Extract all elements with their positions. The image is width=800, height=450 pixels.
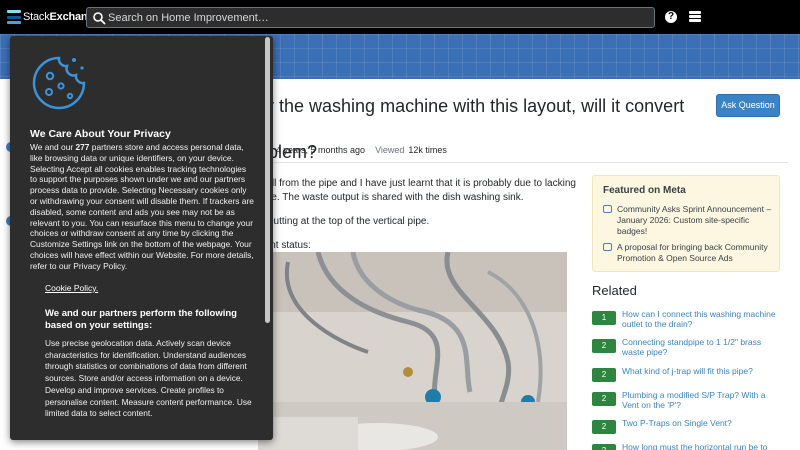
question-title-line[interactable]: or the washing machine with this layout,… <box>258 95 698 141</box>
question-body-line: pipe. The waste output is shared with th… <box>258 192 524 203</box>
related-item[interactable]: 2 Plumbing a modified S/P Trap? With a V… <box>592 390 782 414</box>
privacy-consent-dialog: We Care About Your Privacy We and our 27… <box>10 36 273 440</box>
score-badge: 2 <box>592 339 616 353</box>
related-title: Related <box>592 283 637 298</box>
score-badge: 2 <box>592 420 616 434</box>
viewed-value: 12k times <box>408 145 447 155</box>
question-body-line: mell from the pipe and I have just learn… <box>258 178 576 189</box>
partners-title: We and our partners perform the followin… <box>45 308 237 331</box>
speech-bubble-icon <box>603 205 612 213</box>
stackexchange-logo-icon <box>7 10 21 24</box>
divider <box>258 162 788 163</box>
ask-question-button[interactable]: Ask Question <box>716 94 780 117</box>
meta-item[interactable]: A proposal for bringing back Community P… <box>603 242 778 264</box>
asked-value: 4 years, 5 months ago <box>276 145 366 155</box>
site-switcher-icon[interactable] <box>689 11 701 23</box>
search-input[interactable]: Search on Home Improvement… <box>86 7 655 28</box>
help-icon[interactable]: ? <box>665 11 677 23</box>
pipe-photo-image <box>258 252 567 450</box>
search-icon <box>93 12 106 25</box>
meta-item-link[interactable]: Community Asks Sprint Announcement – Jan… <box>617 204 771 236</box>
privacy-title: We Care About Your Privacy <box>30 128 171 140</box>
score-badge: 2 <box>592 392 616 406</box>
featured-on-meta-box: Featured on Meta Community Asks Sprint A… <box>592 175 780 272</box>
related-item[interactable]: 2 Connecting standpipe to 1 1/2" brass w… <box>592 337 782 361</box>
related-link[interactable]: Plumbing a modified S/P Trap? With a Ven… <box>622 390 782 410</box>
featured-on-meta-title: Featured on Meta <box>603 185 686 196</box>
search-placeholder: Search on Home Improvement… <box>108 12 269 24</box>
top-bar: StackExchange Search on Home Improvement… <box>0 0 800 34</box>
cookie-icon <box>32 56 86 110</box>
related-link[interactable]: How can I connect this washing machine o… <box>622 309 782 329</box>
question-body-line: is putting at the top of the vertical pi… <box>258 216 430 227</box>
viewed-label: Viewed <box>375 145 405 155</box>
meta-item-link[interactable]: A proposal for bringing back Community P… <box>617 242 768 263</box>
related-item[interactable]: 2 Two P-Traps on Single Vent? <box>592 418 782 442</box>
cookie-policy-link[interactable]: Cookie Policy. <box>45 283 98 293</box>
meta-item[interactable]: Community Asks Sprint Announcement – Jan… <box>603 204 778 237</box>
related-item[interactable]: 2 How long must the horizontal run be to <box>592 442 782 450</box>
related-link[interactable]: How long must the horizontal run be to <box>622 442 782 450</box>
pipe-photo[interactable] <box>258 252 567 450</box>
related-item[interactable]: 1 How can I connect this washing machine… <box>592 309 782 333</box>
privacy-scrollbar[interactable] <box>265 37 270 323</box>
score-badge: 2 <box>592 444 616 450</box>
speech-bubble-icon <box>603 243 612 251</box>
partners-purposes-text: Use precise geolocation data. Actively s… <box>45 338 252 419</box>
related-link[interactable]: Connecting standpipe to 1 1/2" brass was… <box>622 337 782 357</box>
score-badge: 1 <box>592 311 616 325</box>
score-badge: 2 <box>592 368 616 382</box>
question-meta: 4 years, 5 months ago Viewed 12k times <box>276 145 447 155</box>
related-link[interactable]: What kind of j-trap will fit this pipe? <box>622 366 782 376</box>
related-link[interactable]: Two P-Traps on Single Vent? <box>622 418 782 428</box>
privacy-text: We and our 277 partners store and access… <box>30 142 254 271</box>
related-item[interactable]: 2 What kind of j-trap will fit this pipe… <box>592 366 782 390</box>
